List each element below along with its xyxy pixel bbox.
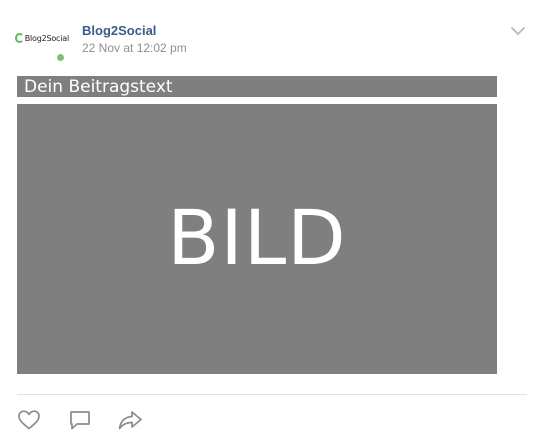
online-status-indicator bbox=[57, 54, 64, 61]
avatar-logo-text: Blog2Social bbox=[24, 33, 69, 43]
post-image-label: BILD bbox=[167, 192, 347, 282]
post-image[interactable]: BILD bbox=[17, 104, 497, 374]
post-menu-button[interactable] bbox=[509, 24, 527, 38]
post-caption-bar: Dein Beitragstext bbox=[17, 76, 497, 97]
like-button[interactable] bbox=[16, 408, 42, 432]
heart-icon bbox=[18, 410, 40, 430]
divider bbox=[17, 394, 527, 395]
share-button[interactable] bbox=[117, 408, 143, 432]
post-caption: Dein Beitragstext bbox=[24, 77, 173, 97]
social-post: Blog2Social Blog2Social 22 Nov at 12:02 … bbox=[0, 0, 544, 442]
author-name[interactable]: Blog2Social bbox=[82, 23, 156, 38]
post-timestamp[interactable]: 22 Nov at 12:02 pm bbox=[82, 41, 187, 55]
share-arrow-icon bbox=[118, 411, 142, 430]
blog2social-logo-icon bbox=[15, 33, 24, 43]
comment-icon bbox=[70, 411, 90, 430]
comment-button[interactable] bbox=[67, 408, 93, 432]
chevron-down-icon bbox=[511, 27, 525, 35]
avatar[interactable]: Blog2Social bbox=[15, 22, 69, 54]
